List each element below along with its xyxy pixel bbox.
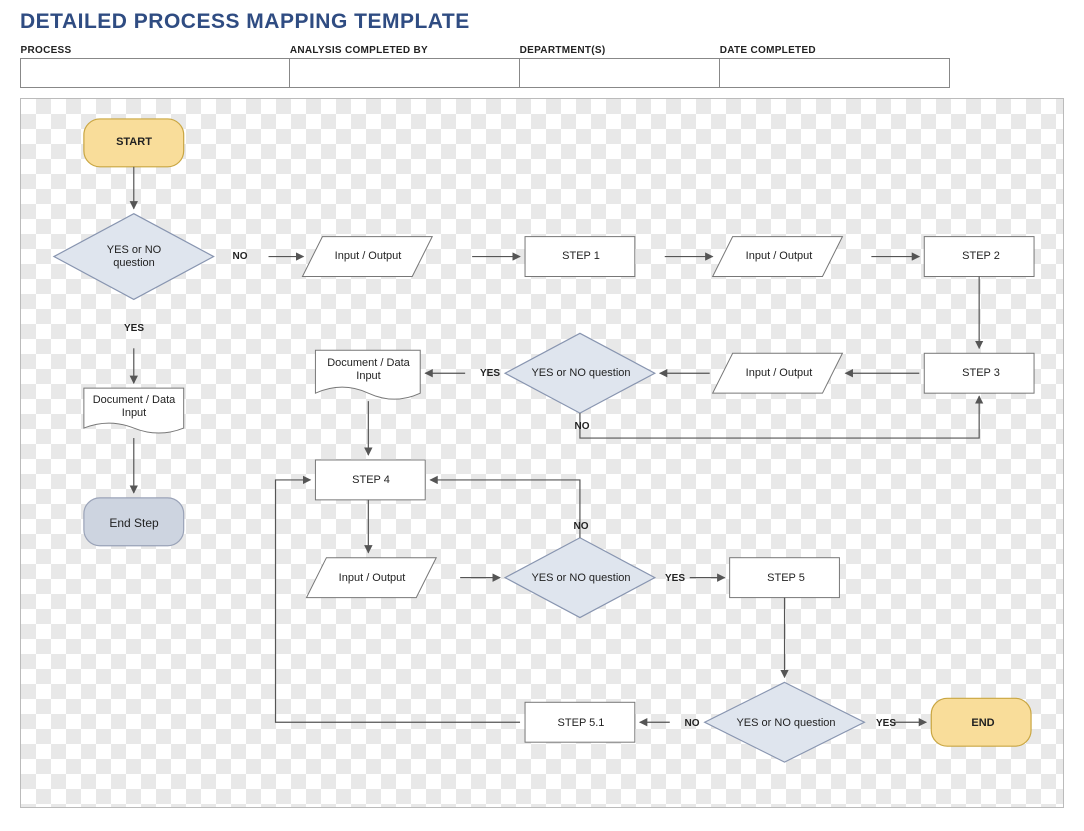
end-step-terminator[interactable]: End Step: [84, 499, 184, 547]
step-1[interactable]: STEP 1: [526, 237, 636, 277]
flowchart-canvas: START YES or NO question Document / Data…: [20, 98, 1064, 808]
edge-label-q4-no: NO: [677, 716, 707, 730]
edge-label-q2-no: NO: [567, 419, 597, 433]
edge-label-q2-yes: YES: [475, 366, 505, 380]
step-3[interactable]: STEP 3: [926, 354, 1036, 394]
decision-q1[interactable]: YES or NO question: [84, 239, 184, 275]
step-5-1[interactable]: STEP 5.1: [526, 704, 636, 744]
edge-label-q1-no: NO: [225, 249, 255, 263]
document-input-1[interactable]: Document / Data Input: [84, 389, 184, 425]
io-4[interactable]: Input / Output: [307, 559, 437, 599]
meta-header-department: DEPARTMENT(S): [520, 42, 720, 59]
meta-header-analysis: ANALYSIS COMPLETED BY: [290, 42, 520, 59]
edge-label-q3-no: NO: [566, 519, 596, 533]
meta-cell-process[interactable]: [21, 59, 290, 88]
page-title: DETAILED PROCESS MAPPING TEMPLATE: [20, 10, 1064, 34]
io-2[interactable]: Input / Output: [714, 237, 844, 277]
step-4[interactable]: STEP 4: [316, 461, 426, 501]
decision-q4[interactable]: YES or NO question: [724, 706, 848, 742]
io-1[interactable]: Input / Output: [303, 237, 433, 277]
decision-q3[interactable]: YES or NO question: [519, 561, 643, 597]
edge-label-q1-yes: YES: [116, 321, 152, 335]
decision-q2[interactable]: YES or NO question: [519, 356, 643, 392]
step-2[interactable]: STEP 2: [926, 237, 1036, 277]
end-terminator[interactable]: END: [933, 700, 1033, 748]
edge-label-q4-yes: YES: [871, 716, 901, 730]
metadata-table: PROCESS ANALYSIS COMPLETED BY DEPARTMENT…: [20, 42, 950, 88]
meta-header-date: DATE COMPLETED: [720, 42, 950, 59]
meta-cell-date[interactable]: [720, 59, 950, 88]
meta-header-process: PROCESS: [21, 42, 290, 59]
meta-cell-department[interactable]: [520, 59, 720, 88]
edge-label-q3-yes: YES: [660, 571, 690, 585]
start-terminator[interactable]: START: [84, 119, 184, 167]
io-3[interactable]: Input / Output: [714, 354, 844, 394]
document-input-2[interactable]: Document / Data Input: [316, 351, 421, 389]
step-5[interactable]: STEP 5: [731, 559, 841, 599]
meta-cell-analysis[interactable]: [290, 59, 520, 88]
